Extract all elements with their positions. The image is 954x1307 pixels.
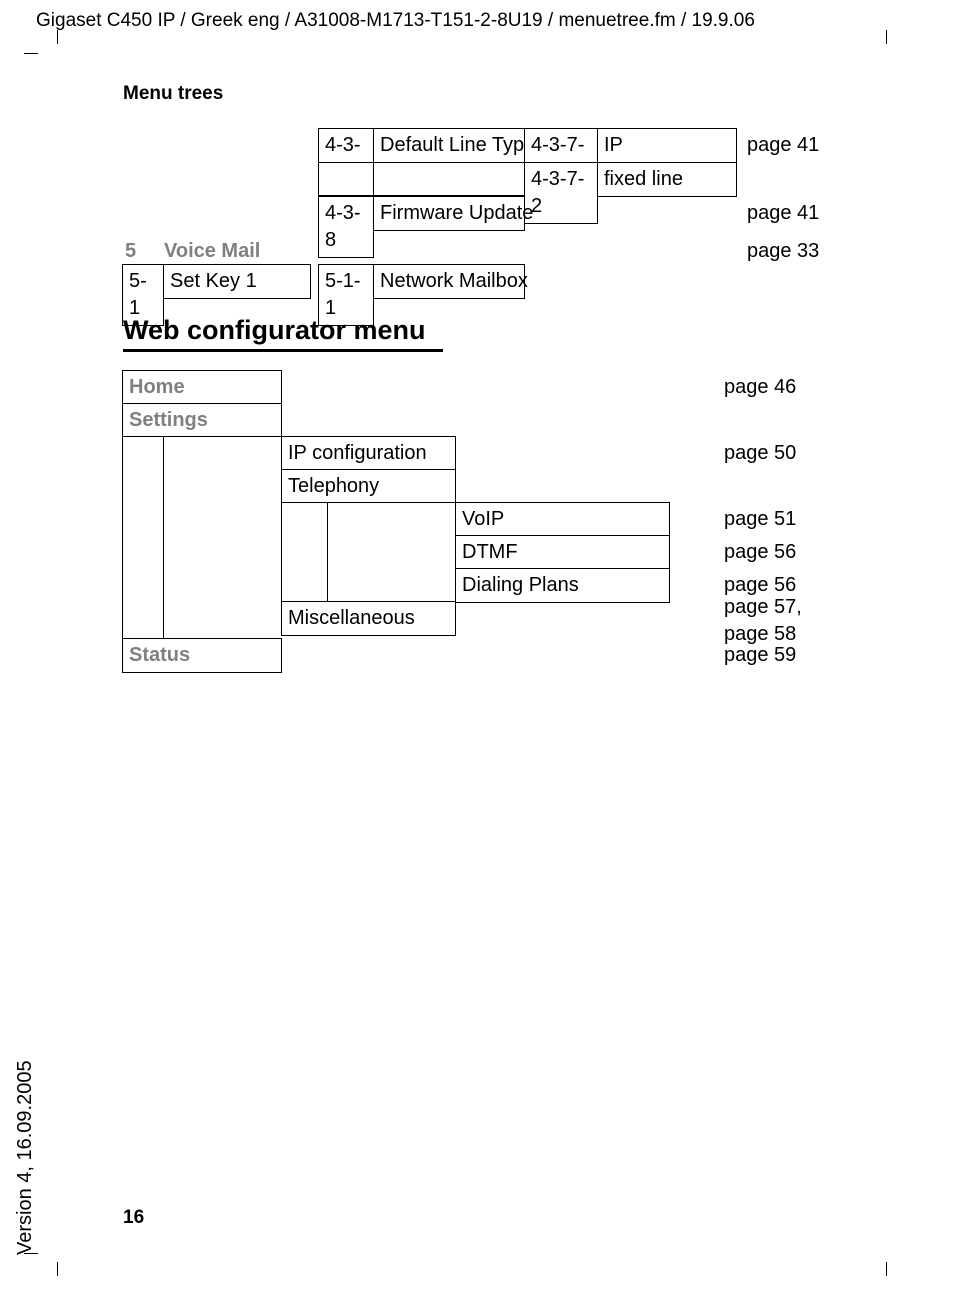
web-dialing-plans: Dialing Plans — [455, 568, 670, 603]
web-status: Status — [122, 638, 282, 673]
web-col1-spacer — [122, 436, 164, 639]
page-number: 16 — [123, 1207, 144, 1229]
web-miscellaneous: Miscellaneous — [281, 601, 456, 636]
menu-label-firmware-update: Firmware Update — [373, 196, 525, 231]
menu-label-network-mailbox: Network Mailbox — [373, 264, 525, 299]
page-ref-56a: page 56 — [724, 539, 796, 566]
section-title: Menu trees — [123, 83, 223, 105]
web-voip: VoIP — [455, 502, 670, 537]
web-settings: Settings — [122, 403, 282, 438]
version-text: Version 4, 16.09.2005 — [14, 1060, 37, 1255]
menu-label-default-line-type: Default Line Type — [373, 128, 525, 163]
menu-label-blank1 — [373, 162, 525, 196]
web-tel-col1-spacer — [281, 502, 328, 602]
menu-label-fixed-line: fixed line — [597, 162, 737, 197]
page-ref-57-58: page 57, page 58 — [724, 594, 824, 648]
page-ref-46: page 46 — [724, 374, 796, 401]
web-telephony: Telephony — [281, 469, 456, 504]
doc-header: Gigaset C450 IP / Greek eng / A31008-M17… — [36, 10, 918, 32]
menu-voice-mail: Voice Mail — [164, 238, 260, 265]
web-ip-configuration: IP configuration — [281, 436, 456, 471]
menu-code-4-3-8: 4-3-8 — [318, 196, 374, 258]
page-ref-51: page 51 — [724, 506, 796, 533]
menu-code-blank1 — [318, 162, 374, 196]
web-tel-col2-spacer — [327, 502, 456, 602]
page-ref-59: page 59 — [724, 642, 796, 669]
web-home: Home — [122, 370, 282, 405]
menu-label-set-key-1: Set Key 1 — [163, 264, 311, 299]
page-ref-41a: page 41 — [747, 132, 819, 159]
heading-web-configurator: Web configurator menu — [123, 315, 426, 346]
page-ref-41b: page 41 — [747, 200, 819, 227]
page-ref-33: page 33 — [747, 238, 819, 265]
menu-num-5: 5 — [125, 238, 136, 265]
menu-code-4-3-7-2: 4-3-7-2 — [524, 162, 598, 224]
menu-label-ip: IP — [597, 128, 737, 163]
web-col2-spacer — [163, 436, 282, 639]
page-ref-50: page 50 — [724, 440, 796, 467]
web-dtmf: DTMF — [455, 535, 670, 570]
